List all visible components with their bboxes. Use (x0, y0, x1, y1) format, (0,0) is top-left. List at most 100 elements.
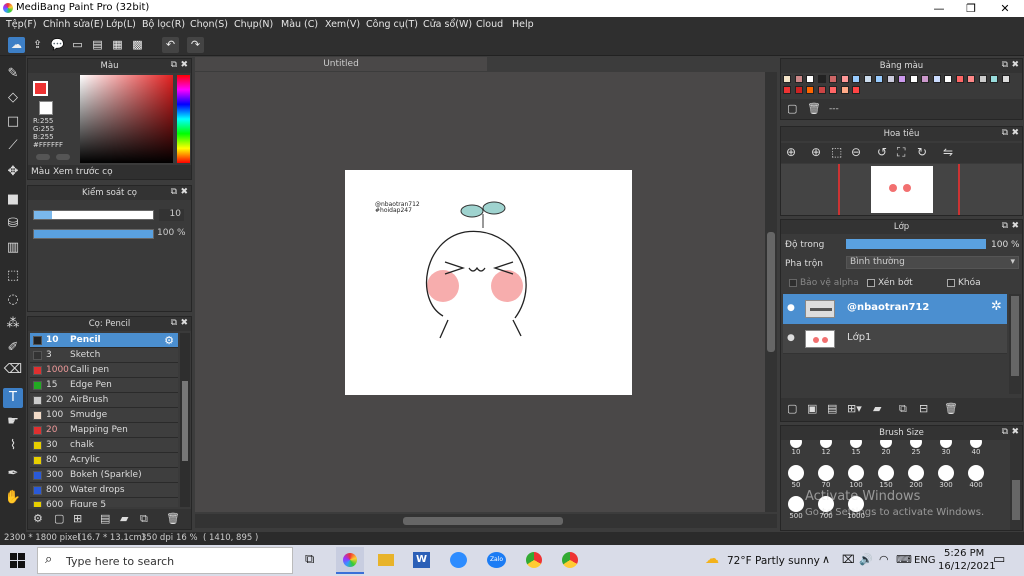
hue-slider[interactable] (177, 75, 190, 163)
brush-size-scrollbar[interactable] (1010, 440, 1022, 530)
chat-icon[interactable]: ▭ (69, 37, 86, 53)
brush-size-option[interactable]: 30 (934, 440, 958, 456)
brush-list-item[interactable]: 200 AirBrush (30, 393, 178, 408)
minimize-button[interactable]: — (922, 0, 956, 17)
file-explorer-icon[interactable] (378, 554, 394, 566)
palette-swatch[interactable] (806, 75, 814, 83)
palette-swatch[interactable] (944, 75, 952, 83)
panel-popout-icon[interactable]: ⧉ (171, 318, 177, 328)
brush-size-option[interactable]: 300 (934, 463, 958, 489)
select-rect-tool-icon[interactable]: ⬚ (3, 266, 23, 286)
panel-close-icon[interactable]: ✖ (1011, 221, 1019, 231)
menu-color[interactable]: Màu (C) (281, 19, 318, 30)
layer-add-menu-icon[interactable]: ⊞▾ (847, 402, 862, 415)
brush-settings-icon[interactable]: ⚙ (33, 512, 43, 525)
undo-icon[interactable]: ↶ (162, 37, 179, 53)
color-picker-field[interactable] (80, 75, 173, 163)
task-view-icon[interactable]: ⧉ (305, 552, 314, 567)
palette-swatch[interactable] (909, 75, 918, 83)
palette-swatch[interactable] (852, 86, 860, 94)
panel-close-icon[interactable]: ✖ (180, 187, 188, 197)
notification-icon[interactable]: ▭ (993, 552, 1005, 567)
layer-settings-gear-icon[interactable]: ✲ (991, 299, 1002, 314)
lock-checkbox[interactable] (947, 279, 955, 287)
panel-popout-icon[interactable]: ⧉ (1002, 221, 1008, 231)
weather-text[interactable]: 72°F Partly sunny (727, 555, 820, 567)
bucket-tool-icon[interactable]: ⛁ (3, 214, 23, 234)
palette-swatch[interactable] (794, 86, 803, 94)
fit-window-icon[interactable]: ⬚ (831, 145, 842, 159)
brush-size-option[interactable]: 10 (784, 440, 808, 456)
flip-icon[interactable]: ⇋ (943, 145, 953, 159)
zoom-out-icon[interactable]: ⊖ (851, 145, 861, 159)
wifi-icon[interactable]: ◠ (879, 553, 889, 566)
menu-edit[interactable]: Chỉnh sửa(E) (43, 19, 104, 30)
palette-swatch[interactable] (978, 75, 987, 83)
color-swap-button[interactable] (56, 154, 70, 160)
brush-list-item[interactable]: 30 chalk (30, 438, 178, 453)
palette-swatch[interactable] (932, 75, 941, 83)
new-halftone-layer-icon[interactable]: ▣ (807, 402, 817, 415)
panel-close-icon[interactable]: ✖ (180, 318, 188, 328)
page-icon[interactable]: ▤ (89, 37, 106, 53)
palette-swatch[interactable] (898, 75, 906, 83)
zoom-icon[interactable] (450, 552, 467, 568)
lasso-tool-icon[interactable]: ◌ (3, 290, 23, 310)
brush-list-scrollbar[interactable] (180, 333, 190, 507)
select-pen-tool-icon[interactable]: ✐ (3, 338, 23, 358)
redo-icon[interactable]: ↷ (187, 37, 204, 53)
shape-tool-icon[interactable]: □ (3, 112, 23, 132)
language-indicator[interactable]: ENG (914, 555, 936, 566)
new-8bit-layer-icon[interactable]: ▤ (827, 402, 837, 415)
taskbar-search-box[interactable]: ⌕ Type here to search (37, 547, 293, 574)
chrome-profile-icon[interactable] (562, 552, 578, 568)
panel-popout-icon[interactable]: ⧉ (1002, 427, 1008, 437)
color-mode-button[interactable] (36, 154, 50, 160)
blend-mode-select[interactable]: Bình thường ▾ (846, 256, 1019, 269)
brush-list-item[interactable]: 1000 Calli pen (30, 363, 178, 378)
panel-close-icon[interactable]: ✖ (1011, 60, 1019, 70)
zoom-in-icon[interactable]: ⊕ (811, 145, 821, 159)
brush-size-slider[interactable] (33, 210, 154, 220)
rotate-right-icon[interactable]: ↻ (917, 145, 927, 159)
background-color-swatch[interactable] (39, 101, 53, 115)
protect-alpha-checkbox[interactable] (789, 279, 797, 287)
layer-folder-icon[interactable]: ▰ (873, 402, 881, 415)
brush-folder-icon[interactable]: ▰ (120, 512, 128, 525)
battery-icon[interactable]: ⌧ (842, 553, 855, 566)
layer-row-selected[interactable]: ● @nbaotran712 ✲ (783, 294, 1007, 324)
brush-size-option[interactable]: 12 (814, 440, 838, 456)
menu-window[interactable]: Cửa sổ(W) (423, 19, 472, 30)
weather-icon[interactable]: ☁ (705, 551, 719, 567)
brush-list-item[interactable]: 100 Smudge (30, 408, 178, 423)
palette-swatch[interactable] (817, 75, 826, 83)
foreground-color-swatch[interactable] (33, 81, 48, 96)
brush-list-item[interactable]: 10 Pencil ⚙ (30, 333, 178, 348)
word-icon[interactable]: W (413, 552, 430, 568)
brush-size-option[interactable]: 40 (964, 440, 988, 456)
eyedropper-tool-icon[interactable]: ⌇ (3, 436, 23, 456)
palette-swatch[interactable] (990, 75, 998, 83)
text-tool-icon[interactable]: T (3, 388, 23, 408)
panel-close-icon[interactable]: ✖ (1011, 128, 1019, 138)
panel-close-icon[interactable]: ✖ (1011, 427, 1019, 437)
layer-row[interactable]: ● Lớp1 (783, 324, 1007, 354)
palette-swatch[interactable] (863, 75, 872, 83)
taskbar-medibang-app[interactable] (336, 547, 364, 574)
move-tool-icon[interactable]: ✥ (3, 162, 23, 182)
palette-swatch[interactable] (921, 75, 929, 83)
delete-layer-icon[interactable]: 🗑 (944, 402, 958, 415)
palette-swatch[interactable] (783, 75, 791, 83)
menu-view[interactable]: Xem(V) (325, 19, 360, 30)
brush-size-option[interactable]: 50 (784, 463, 808, 489)
menu-tools[interactable]: Công cụ(T) (366, 19, 418, 30)
clipping-checkbox[interactable] (867, 279, 875, 287)
panel-popout-icon[interactable]: ⧉ (1002, 60, 1008, 70)
brush-gear-icon[interactable]: ⚙ (164, 333, 174, 348)
new-brush-icon[interactable]: ▢ (54, 512, 64, 525)
tab-brush-preview[interactable]: Xem trước cọ (53, 167, 113, 177)
merge-layer-icon[interactable]: ⊟ (919, 402, 928, 415)
new-palette-icon[interactable]: ▢ (787, 102, 797, 115)
layer-opacity-slider[interactable] (846, 239, 986, 249)
brush-list-item[interactable]: 800 Water drops (30, 483, 178, 498)
